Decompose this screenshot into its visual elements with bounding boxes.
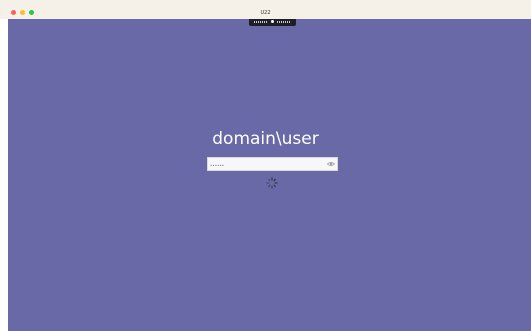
login-username: domain\user bbox=[212, 129, 319, 149]
toolbar-left-grip bbox=[254, 21, 268, 23]
window-titlebar: U22 bbox=[0, 0, 531, 19]
spinner-icon bbox=[266, 177, 278, 189]
toolbar-right-grip bbox=[277, 21, 291, 23]
remote-toolbar-pill[interactable] bbox=[249, 19, 296, 26]
remote-desktop-window: U22 domain\user bbox=[0, 0, 531, 331]
eye-icon[interactable] bbox=[327, 161, 335, 167]
password-field[interactable] bbox=[207, 157, 338, 172]
password-input[interactable] bbox=[208, 158, 330, 172]
window-title: U22 bbox=[260, 10, 271, 16]
remote-session-screen bbox=[8, 19, 531, 331]
toolbar-pin-icon bbox=[271, 20, 274, 23]
